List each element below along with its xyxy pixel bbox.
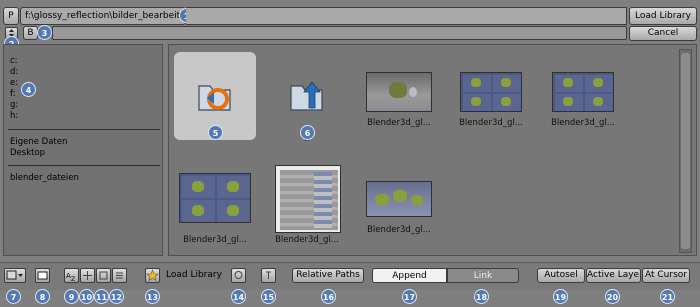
marker-21: 21: [660, 289, 675, 304]
marker-8: 8: [35, 289, 50, 304]
marker-20: 20: [605, 289, 620, 304]
bookmark-list: Eigene Daten Desktop: [10, 137, 67, 159]
marker-10: 10: [79, 289, 94, 304]
thumbnail-object: [411, 195, 423, 205]
path-field[interactable]: f:\glossy_reflection\bilder_bearbeitet\: [20, 7, 186, 25]
file-item-image[interactable]: Blender3d_gl...: [358, 52, 440, 140]
thumbnail-cell: [555, 75, 583, 92]
ghost-icon[interactable]: [231, 268, 246, 283]
file-item-image[interactable]: Blender3d_gl...: [450, 52, 532, 140]
p-button[interactable]: P: [3, 7, 19, 25]
thumbnail-column: [314, 172, 332, 228]
file-item-label: Blender3d_gl...: [183, 235, 247, 245]
marker-4: 4: [21, 82, 36, 97]
marker-3: 3: [37, 25, 52, 40]
cancel-button[interactable]: Cancel: [629, 26, 697, 41]
marker-9: 9: [64, 289, 79, 304]
folder-reload-icon: [196, 78, 236, 117]
marker-7: 7: [6, 289, 21, 304]
drive-f[interactable]: f:: [10, 89, 18, 100]
thumbnail-cell: [463, 94, 491, 111]
drive-c[interactable]: c:: [10, 56, 18, 67]
thumbnail-cell: [493, 75, 521, 92]
thumbnail-object: [393, 190, 407, 202]
filter-icon[interactable]: [261, 268, 276, 283]
file-item-label: Blender3d_gl...: [459, 118, 523, 128]
sidebar-divider: [8, 165, 160, 166]
sort-extension-icon[interactable]: [112, 268, 127, 283]
b-button[interactable]: B: [23, 26, 38, 40]
marker-13: 13: [145, 289, 160, 304]
image-thumbnail: [552, 72, 614, 112]
file-item-image[interactable]: Blender3d_gl...: [174, 159, 256, 247]
active-layer-toggle[interactable]: Active Layer: [586, 268, 641, 283]
file-item-screenshot[interactable]: Blender3d_gl...: [266, 159, 348, 247]
file-item-label: Blender3d_gl...: [551, 118, 615, 128]
sidebar-divider: [8, 129, 160, 130]
drive-list: c: d: e: f: g: h:: [10, 56, 18, 122]
recent-blender-dateien[interactable]: blender_dateien: [10, 173, 79, 184]
thumbnail-cell: [585, 94, 613, 111]
marker-18: 18: [474, 289, 489, 304]
marker-11: 11: [94, 289, 109, 304]
thumbnail-cell: [585, 75, 613, 92]
marker-17: 17: [402, 289, 417, 304]
marker-6: 6: [300, 125, 315, 140]
bookmark-desktop[interactable]: Desktop: [10, 148, 67, 159]
autosel-toggle[interactable]: Autosel: [537, 268, 585, 283]
thumbnail-object: [409, 87, 417, 97]
recent-list: blender_dateien: [10, 173, 79, 184]
sort-size-icon[interactable]: [96, 268, 111, 283]
image-thumbnail: [460, 72, 522, 112]
star-icon[interactable]: [145, 268, 160, 283]
file-item-label: Blender3d_gl...: [275, 235, 339, 245]
thumbnail-cell: [493, 94, 521, 111]
link-toggle[interactable]: Link: [447, 268, 519, 283]
scrollbar-track[interactable]: [679, 49, 692, 253]
file-grid-panel: 5 .. 6 Blender3d_gl... Blender3d_gl...: [168, 44, 697, 256]
screen-icon[interactable]: [35, 268, 50, 283]
thumbnail-cell: [463, 75, 491, 92]
marker-14: 14: [231, 289, 246, 304]
marker-12: 12: [109, 289, 124, 304]
thumbnail-cell: [182, 176, 215, 198]
folder-up-icon: [288, 78, 328, 117]
path-field-extension[interactable]: [186, 7, 627, 25]
thumbnail-cell: [182, 200, 215, 222]
load-library-label: Load Library: [166, 270, 222, 280]
image-thumbnail: [275, 165, 341, 233]
marker-16: 16: [321, 289, 336, 304]
file-item-label: Blender3d_gl...: [367, 225, 431, 235]
append-toggle[interactable]: Append: [372, 268, 447, 283]
svg-text:Z: Z: [71, 276, 75, 282]
relative-paths-toggle[interactable]: Relative Paths: [292, 268, 364, 283]
file-item-label: Blender3d_gl...: [367, 118, 431, 128]
image-thumbnail: [366, 72, 432, 112]
thumbnail-cell: [217, 200, 250, 222]
load-library-button[interactable]: Load Library: [629, 7, 697, 25]
sort-time-icon[interactable]: [80, 268, 95, 283]
thumbnail-object: [375, 194, 389, 205]
marker-5: 5: [208, 125, 223, 140]
thumbnail-cell: [555, 94, 583, 111]
drive-e[interactable]: e:: [10, 78, 18, 89]
drive-d[interactable]: d:: [10, 67, 18, 78]
drive-h[interactable]: h:: [10, 111, 18, 122]
drive-g[interactable]: g:: [10, 100, 18, 111]
image-thumbnail: [366, 181, 432, 217]
file-item-image[interactable]: Blender3d_gl...: [542, 52, 624, 140]
editor-type-button[interactable]: [4, 268, 26, 283]
at-cursor-toggle[interactable]: At Cursor: [642, 268, 690, 283]
scrollbar-thumb[interactable]: [681, 53, 690, 249]
marker-19: 19: [553, 289, 568, 304]
header-row-two-strip: [52, 26, 627, 40]
sort-alpha-icon[interactable]: AZ: [64, 268, 79, 283]
file-item-image[interactable]: Blender3d_gl...: [358, 159, 440, 247]
thumbnail-object: [389, 82, 407, 98]
image-thumbnail: [179, 173, 251, 223]
bookmark-eigene-daten[interactable]: Eigene Daten: [10, 137, 67, 148]
thumbnail-cell: [217, 176, 250, 198]
sidebar-panel: c: d: e: f: g: h: Eigene Daten Desktop b…: [3, 44, 163, 256]
marker-15: 15: [261, 289, 276, 304]
